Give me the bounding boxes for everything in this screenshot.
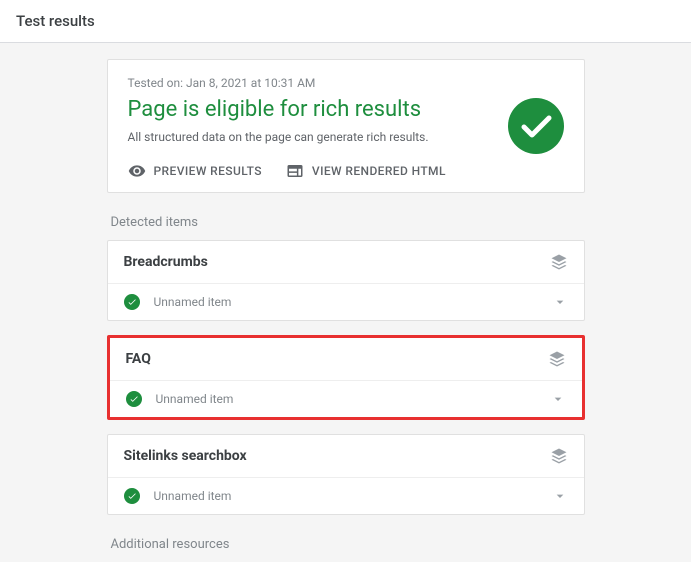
item-header[interactable]: Sitelinks searchbox xyxy=(108,435,584,478)
preview-results-label: PREVIEW RESULTS xyxy=(154,164,262,178)
view-rendered-html-label: VIEW RENDERED HTML xyxy=(312,164,446,178)
item-header[interactable]: FAQ xyxy=(110,338,582,381)
item-row[interactable]: Unnamed item xyxy=(108,478,584,514)
detected-item-breadcrumbs: Breadcrumbs Unnamed item xyxy=(107,240,585,321)
layers-icon xyxy=(550,447,568,465)
item-row-label: Unnamed item xyxy=(156,392,536,406)
detected-item-faq: FAQ Unnamed item xyxy=(107,335,585,420)
item-header[interactable]: Breadcrumbs xyxy=(108,241,584,284)
tested-on-text: Tested on: Jan 8, 2021 at 10:31 AM xyxy=(128,76,488,90)
result-headline: Page is eligible for rich results xyxy=(128,96,488,124)
layers-icon xyxy=(548,350,566,368)
success-check-icon xyxy=(508,98,564,158)
preview-results-button[interactable]: PREVIEW RESULTS xyxy=(128,162,262,180)
detected-item-sitelinks-searchbox: Sitelinks searchbox Unnamed item xyxy=(107,434,585,515)
chevron-down-icon xyxy=(550,391,566,407)
item-row-label: Unnamed item xyxy=(154,295,538,309)
check-icon xyxy=(126,391,142,407)
eye-icon xyxy=(128,162,146,180)
check-icon xyxy=(124,294,140,310)
item-row[interactable]: Unnamed item xyxy=(108,284,584,320)
layers-icon xyxy=(550,253,568,271)
item-title: Sitelinks searchbox xyxy=(124,448,550,464)
item-title: Breadcrumbs xyxy=(124,254,550,270)
result-card: Tested on: Jan 8, 2021 at 10:31 AM Page … xyxy=(107,59,585,193)
item-title: FAQ xyxy=(126,351,548,367)
page-header: Test results xyxy=(0,0,691,43)
check-icon xyxy=(124,488,140,504)
item-row-label: Unnamed item xyxy=(154,489,538,503)
page-title: Test results xyxy=(16,12,95,30)
content-area: Tested on: Jan 8, 2021 at 10:31 AM Page … xyxy=(0,43,691,562)
detected-items-label: Detected items xyxy=(111,215,585,230)
view-rendered-html-button[interactable]: VIEW RENDERED HTML xyxy=(286,162,446,180)
chevron-down-icon xyxy=(552,294,568,310)
additional-resources-label: Additional resources xyxy=(111,537,585,552)
result-subtext: All structured data on the page can gene… xyxy=(128,130,488,144)
chevron-down-icon xyxy=(552,488,568,504)
item-row[interactable]: Unnamed item xyxy=(110,381,582,417)
web-icon xyxy=(286,162,304,180)
